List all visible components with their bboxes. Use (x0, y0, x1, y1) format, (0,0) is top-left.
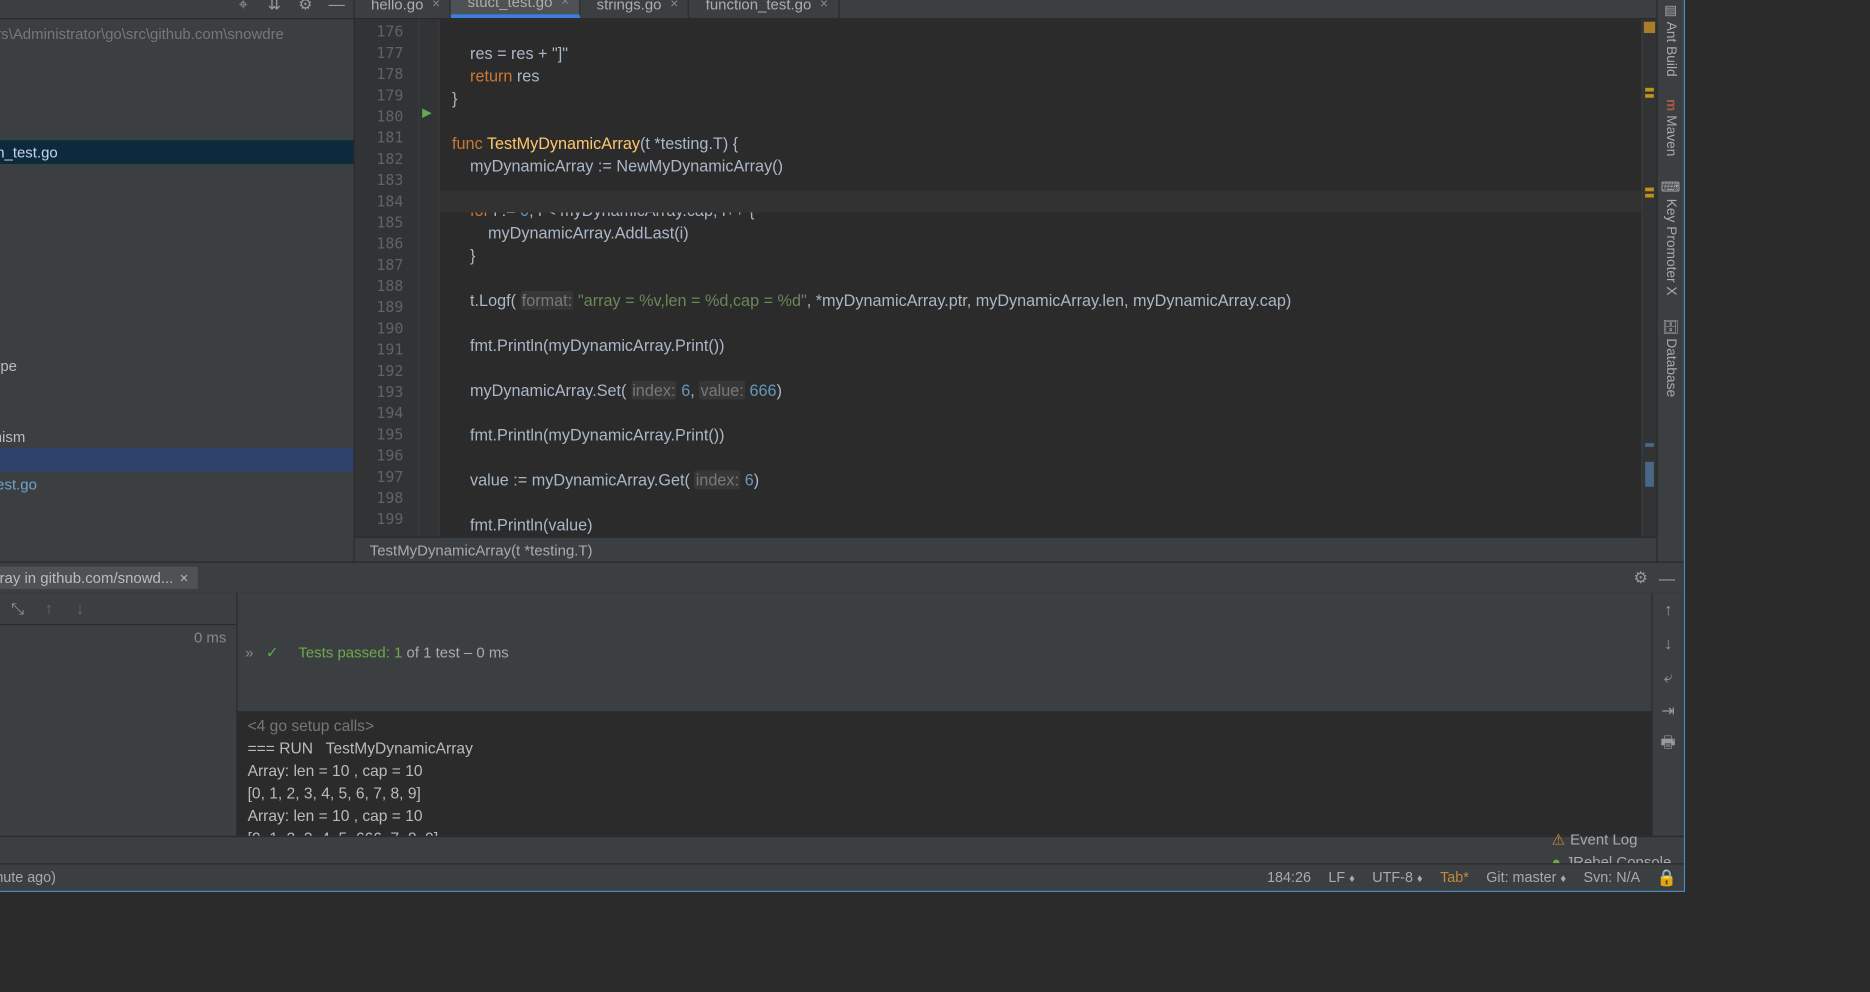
hide-panel-icon[interactable]: — (327, 0, 346, 13)
error-stripe[interactable] (1641, 19, 1656, 536)
editor-tabs: hello.go×stuct_test.go×strings.go×functi… (355, 0, 1657, 19)
file-encoding[interactable]: UTF-8 ♦ (1372, 870, 1422, 885)
tree-item-stuct_test-go[interactable]: stuct_test.go (0, 472, 354, 496)
expand-toggle-icon[interactable]: » (245, 643, 253, 660)
status-message: Tests passed: 1 (a minute ago) (0, 870, 56, 885)
tree-item-tree[interactable]: ▸tree (0, 495, 354, 519)
gear-icon[interactable]: ⚙ (1631, 568, 1650, 587)
scroll-up-icon[interactable]: ↑ (1659, 600, 1678, 619)
editor-tab-strings-go[interactable]: strings.go× (580, 0, 689, 18)
close-tab-icon[interactable]: × (180, 569, 189, 586)
scroll-down-icon[interactable]: ↓ (1659, 634, 1678, 653)
run-gutter-icon[interactable]: ▶ (422, 107, 432, 121)
test-summary-bar: » ✓ Tests passed: 1 of 1 test – 0 ms (238, 593, 1652, 713)
database-tab[interactable]: 🗄 Database (1660, 310, 1681, 405)
lock-icon[interactable]: 🔒 (1658, 868, 1677, 887)
tree-item--gitignore[interactable]: .gitignore (0, 519, 354, 543)
hide-panel-icon[interactable]: — (1658, 568, 1677, 587)
tree-root[interactable]: ▾ learn-go C:\Users\Administrator\go\src… (0, 22, 354, 46)
code-editor[interactable]: res = res + "]" return res } func TestMy… (440, 19, 1642, 536)
close-tab-icon[interactable]: × (561, 0, 569, 9)
tool-window-6-todo[interactable]: ≡ 6: TODO (0, 828, 13, 850)
console-right-toolbar: ↑ ↓ ⤶ ⇥ 🖶 (1651, 593, 1683, 836)
collapse-all-icon[interactable]: ⇊ (265, 0, 284, 13)
line-separator[interactable]: LF ♦ (1328, 870, 1354, 885)
tree-item-extend[interactable]: ▸extend (0, 377, 354, 401)
prev-icon[interactable]: ↑ (39, 599, 58, 618)
close-tab-icon[interactable]: × (820, 0, 828, 12)
right-tool-stripe: ▤ Ant Build m Maven ⌨ Key Promoter X 🗄 D… (1656, 0, 1683, 562)
tree-item-process[interactable]: ▸process (0, 211, 354, 235)
test-console[interactable]: <4 go setup calls> === RUN TestMyDynamic… (238, 712, 1652, 835)
svn-info[interactable]: Svn: N/A (1584, 870, 1641, 885)
editor-breadcrumb[interactable]: TestMyDynamicArray(t *testing.T) (355, 537, 1657, 562)
tree-item-oop[interactable]: ▾oop (0, 330, 354, 354)
close-tab-icon[interactable]: × (432, 0, 440, 12)
tree-item-hello[interactable]: ▸hello (0, 164, 354, 188)
test-results-root[interactable]: ✓ Test Results 0 ms (0, 625, 236, 650)
tree-item-interface[interactable]: ▸interface (0, 401, 354, 425)
tree-item-type[interactable]: ▸type (0, 259, 354, 283)
git-branch[interactable]: Git: master ♦ (1486, 870, 1566, 885)
tree-item-container[interactable]: ▸container (0, 306, 354, 330)
editor-tab-hello-go[interactable]: hello.go× (355, 0, 452, 18)
tree-item-basic[interactable]: ▾basic (0, 69, 354, 93)
tree-item-function_test-go[interactable]: function_test.go (0, 140, 354, 164)
editor-area: hello.go×stuct_test.go×strings.go×functi… (355, 0, 1657, 562)
tree-item-strings[interactable]: ▸strings (0, 235, 354, 259)
editor-tab-function_test-go[interactable]: function_test.go× (689, 0, 839, 18)
tree-item-constant[interactable]: ▸constant (0, 93, 354, 117)
ant-build-tab[interactable]: ▤ Ant Build (1660, 0, 1681, 84)
run-tab[interactable]: TestMyDynamicArray in github.com/snowd..… (0, 567, 198, 589)
bottom-tool-stripe: ▸ ▶ 4: Run≡ 6: TODO▣ Terminal⎇ 9: Versio… (0, 836, 1684, 863)
next-icon[interactable]: ↓ (71, 599, 90, 618)
tree-item-function[interactable]: ▾function (0, 116, 354, 140)
check-icon: ✓ (266, 643, 279, 660)
soft-wrap-icon[interactable]: ⤶ (1659, 668, 1678, 687)
print-icon[interactable]: 🖶 (1659, 735, 1678, 754)
tree-item-custom_type[interactable]: ▸custom_type (0, 353, 354, 377)
gear-icon[interactable]: ⚙ (296, 0, 315, 13)
tree-item-struct[interactable]: ▾struct (0, 448, 354, 472)
scroll-to-end-icon[interactable]: ⇥ (1659, 701, 1678, 720)
collapse-icon[interactable]: ⤡ (8, 599, 27, 618)
tree-item--idea[interactable]: ▸.idea (0, 45, 354, 69)
caret-position[interactable]: 184:26 (1267, 870, 1311, 885)
tool-window-4-run[interactable]: ▶ 4: Run (0, 805, 13, 827)
tree-item-main[interactable]: ▸main (0, 188, 354, 212)
locate-icon[interactable]: ⌖ (234, 0, 253, 13)
line-number-gutter[interactable]: 1761771781791801811821831841851861871881… (355, 19, 420, 536)
maven-tab[interactable]: m Maven (1661, 92, 1681, 164)
gutter-marks[interactable]: ▶ (420, 19, 440, 536)
test-toolbar: ✓ ⊘ ↓≡ ↓≡ ⤢ ⤡ ↑ ↓ (0, 593, 236, 625)
status-bar: ▣ Tests passed: 1 (a minute ago) 184:26 … (0, 863, 1684, 890)
indent-info[interactable]: Tab* (1440, 870, 1469, 885)
tree-item-polymorphism[interactable]: ▸polymorphism (0, 424, 354, 448)
inspection-indicator[interactable] (1644, 22, 1655, 33)
tree-item-variable[interactable]: ▸variable (0, 282, 354, 306)
project-panel: Project ▾ ⌖ ⇊ ⚙ — ▾ learn-go C:\Users\Ad… (0, 0, 355, 562)
key-promoter-tab[interactable]: ⌨ Key Promoter X (1660, 171, 1681, 303)
close-tab-icon[interactable]: × (670, 0, 678, 12)
editor-tab-stuct_test-go[interactable]: stuct_test.go× (451, 0, 580, 18)
run-tool-window: Run: TestMyDynamicArray in github.com/sn… (0, 562, 1684, 836)
